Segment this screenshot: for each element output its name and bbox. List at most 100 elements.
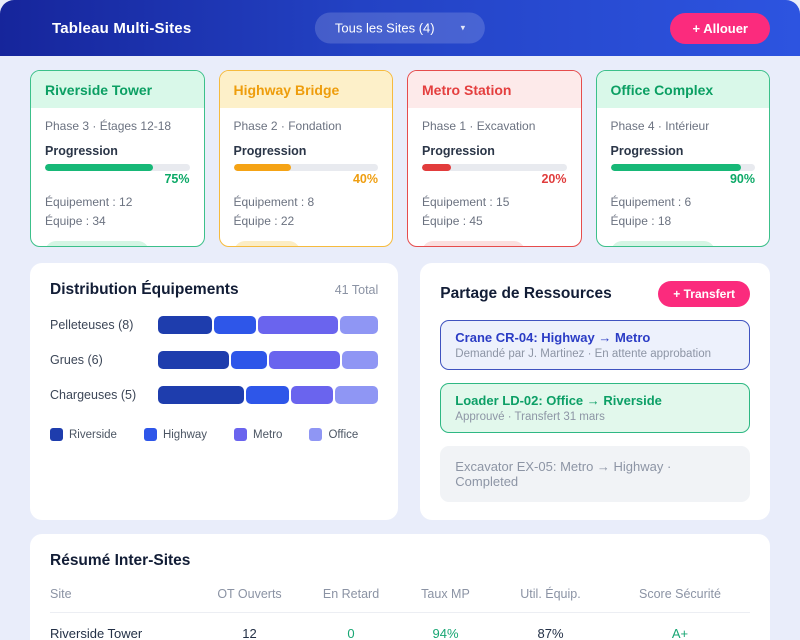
app-title: Tableau Multi-Sites	[52, 19, 192, 37]
status-badge: En Bonne Voie	[45, 241, 150, 246]
col-score-securite: Score Sécurité	[610, 574, 750, 613]
bar-segment-riverside	[158, 386, 244, 404]
legend-label: Highway	[162, 428, 208, 441]
site-card-body: Phase 2 · Fondation Progression 40% Équi…	[220, 108, 393, 246]
resource-transfer-excavator[interactable]: Excavator EX-05: Metro → Highway · Compl…	[440, 446, 750, 502]
legend-label: Metro	[253, 428, 283, 441]
progress-track	[610, 164, 755, 171]
stacked-bar	[158, 386, 379, 404]
legend-item-metro: Metro	[234, 428, 282, 441]
resource-transfer-loader[interactable]: Loader LD-02: Office → Riverside Approuv…	[440, 383, 750, 433]
team-count: Équipe : 22	[233, 213, 295, 228]
site-card-body: Phase 3 · Étages 12-18 Progression 75% É…	[31, 108, 204, 246]
site-card-header: Office Complex	[596, 71, 769, 108]
bar-segment-highway	[213, 316, 257, 334]
site-phase: Phase 3 · Étages 12-18	[45, 119, 172, 133]
sharing-title: Partage de Ressources	[440, 285, 612, 302]
site-card-header: Riverside Tower	[31, 71, 204, 108]
legend-swatch	[309, 428, 323, 441]
progress-fill	[610, 164, 741, 171]
table-row-riverside[interactable]: Riverside Tower 12 0 94% 87% A+	[50, 612, 750, 640]
site-cards-row: Riverside Tower Phase 3 · Étages 12-18 P…	[30, 70, 770, 247]
site-card-body: Phase 1 · Excavation Progression 20% Équ…	[408, 108, 581, 246]
progress-percent: 90%	[729, 172, 755, 186]
bar-segment-riverside	[158, 316, 212, 334]
col-ot-ouverts: OT Ouverts	[197, 574, 302, 613]
site-filter-label: Tous les Sites (4)	[334, 20, 435, 36]
team-count: Équipe : 45	[422, 213, 483, 228]
bar-segment-metro	[258, 316, 338, 334]
legend-label: Riverside	[69, 428, 117, 441]
distribution-row-label: Pelleteuses (8)	[50, 318, 134, 332]
progress-track	[233, 164, 378, 171]
bar-segment-metro	[290, 386, 334, 404]
middle-panels-row: Distribution Équipements 41 Total Pellet…	[30, 263, 770, 520]
site-name: Riverside Tower	[45, 82, 153, 98]
cell-util: 87%	[491, 612, 610, 640]
bar-segment-office	[341, 351, 379, 369]
bar-segment-highway	[230, 351, 268, 369]
site-name: Metro Station	[422, 82, 512, 98]
progress-fill	[233, 164, 292, 171]
panel-head: Distribution Équipements 41 Total	[50, 281, 378, 299]
resource-sharing-panel: Partage de Ressources + Transfert Crane …	[420, 263, 770, 520]
summary-title: Résumé Inter-Sites	[50, 552, 191, 569]
site-meta: Équipement : 6 Équipe : 18	[611, 193, 756, 230]
site-meta: Équipement : 8 Équipe : 22	[234, 193, 379, 230]
cell-ot: 12	[197, 612, 302, 640]
legend-swatch	[234, 428, 248, 441]
dashboard-main: Riverside Tower Phase 3 · Étages 12-18 P…	[0, 56, 800, 640]
cell-score: A+	[610, 612, 750, 640]
site-card-riverside-tower[interactable]: Riverside Tower Phase 3 · Étages 12-18 P…	[30, 70, 205, 247]
inter-site-summary-card: Résumé Inter-Sites Site OT Ouverts En Re…	[30, 534, 770, 640]
stacked-bar	[158, 316, 379, 334]
site-card-metro-station[interactable]: Metro Station Phase 1 · Excavation Progr…	[407, 70, 582, 247]
progress-label: Progression	[45, 144, 118, 158]
bar-segment-metro	[269, 351, 340, 369]
distribution-row-label: Chargeuses (5)	[50, 388, 137, 402]
progress-percent: 20%	[541, 172, 567, 186]
site-card-body: Phase 4 · Intérieur Progression 90% Équi…	[597, 108, 770, 246]
progress-track	[45, 164, 190, 171]
equipment-distribution-panel: Distribution Équipements 41 Total Pellet…	[30, 263, 399, 520]
bar-segment-highway	[245, 386, 289, 404]
col-util-equip: Util. Équip.	[491, 574, 610, 613]
col-taux-mp: Taux MP	[400, 574, 491, 613]
site-name: Highway Bridge	[233, 82, 340, 98]
legend-item-highway: Highway	[143, 428, 208, 441]
status-badge: 3 OT Critiques	[422, 241, 525, 246]
progress-percent: 75%	[164, 172, 190, 186]
transfer-button[interactable]: + Transfert	[658, 281, 750, 307]
cell-taux-mp: 94%	[400, 612, 491, 640]
equipment-count: Équipement : 15	[422, 195, 510, 209]
site-filter-dropdown[interactable]: Tous les Sites (4) ▾	[314, 12, 486, 44]
equipment-count: Équipement : 6	[610, 195, 692, 209]
progress-fill	[45, 164, 154, 171]
bar-segment-office	[335, 386, 379, 404]
chart-legend: Riverside Highway Metro Office	[50, 428, 378, 441]
distribution-row-pelleteuses: Pelleteuses (8)	[50, 316, 379, 334]
legend-label: Office	[328, 428, 359, 441]
site-card-highway-bridge[interactable]: Highway Bridge Phase 2 · Fondation Progr…	[218, 70, 393, 247]
site-card-header: Highway Bridge	[219, 71, 392, 108]
site-card-office-complex[interactable]: Office Complex Phase 4 · Intérieur Progr…	[595, 70, 770, 247]
site-phase: Phase 4 · Intérieur	[610, 119, 710, 133]
transfer-subtitle: Demandé par J. Martinez · En attente app…	[455, 348, 711, 360]
distribution-row-grues: Grues (6)	[50, 351, 379, 369]
bar-segment-office	[339, 316, 379, 334]
equipment-count: Équipement : 12	[45, 195, 133, 209]
site-card-header: Metro Station	[408, 71, 581, 108]
distribution-row-label: Grues (6)	[50, 353, 103, 367]
resource-transfer-crane[interactable]: Crane CR-04: Highway → Metro Demandé par…	[440, 320, 750, 370]
site-phase: Phase 2 · Fondation	[233, 119, 342, 133]
team-count: Équipe : 18	[610, 213, 672, 228]
transfer-title: Excavator EX-05: Metro → Highway · Compl…	[455, 459, 672, 489]
transfer-title: Loader LD-02: Office → Riverside	[455, 393, 662, 408]
status-badge: Retardé	[233, 241, 301, 246]
panel-head: Partage de Ressources + Transfert	[440, 281, 750, 307]
allocate-button[interactable]: + Allouer	[670, 12, 770, 44]
legend-item-office: Office	[309, 428, 358, 441]
legend-item-riverside: Riverside	[50, 428, 117, 441]
cell-site: Riverside Tower	[50, 612, 197, 640]
table-header-row: Site OT Ouverts En Retard Taux MP Util. …	[50, 574, 750, 613]
